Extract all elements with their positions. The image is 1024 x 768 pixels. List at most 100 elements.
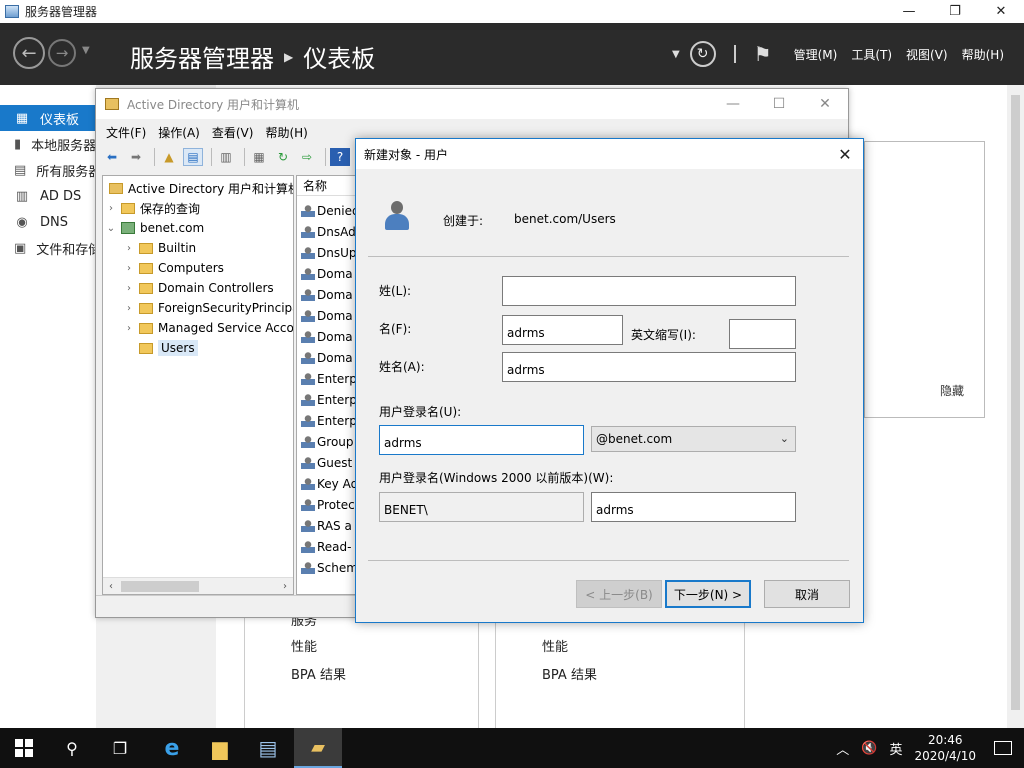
first-name-input[interactable]: [502, 315, 623, 345]
expand-chevron-icon[interactable]: ›: [123, 283, 135, 294]
list-item[interactable]: Doma: [301, 326, 353, 347]
export-list-icon[interactable]: ⇨: [297, 148, 317, 166]
menu-help[interactable]: 帮助(H): [265, 124, 307, 141]
scrollbar-thumb[interactable]: [1011, 95, 1020, 710]
close-icon[interactable]: ✕: [802, 89, 848, 119]
list-item[interactable]: Read-: [301, 536, 351, 557]
list-item[interactable]: Doma: [301, 284, 353, 305]
notifications-flag-icon[interactable]: ⚑: [754, 42, 772, 66]
forward-arrow-icon[interactable]: →: [48, 39, 76, 67]
list-item[interactable]: Enterp: [301, 368, 355, 389]
collapse-chevron-icon[interactable]: ⌄: [105, 223, 117, 234]
tree-item-foreign-security-principals[interactable]: › ForeignSecurityPrincipals: [123, 298, 293, 318]
menu-action[interactable]: 操作(A): [158, 124, 200, 141]
sidebar-item-local-server[interactable]: ▮ 本地服务器: [0, 131, 96, 157]
server-manager-taskbar-icon[interactable]: ▤: [244, 728, 292, 768]
menu-tools[interactable]: 工具(T): [851, 46, 892, 63]
logon-name-input[interactable]: [379, 425, 584, 455]
menu-help[interactable]: 帮助(H): [962, 46, 1004, 63]
help-icon[interactable]: ?: [330, 148, 350, 166]
tree-item-domain[interactable]: ⌄ benet.com: [105, 218, 204, 238]
restore-icon[interactable]: ❐: [932, 0, 978, 23]
refresh-icon[interactable]: ↻: [689, 41, 716, 67]
refresh-icon[interactable]: ↻: [273, 148, 293, 166]
minimize-icon[interactable]: —: [886, 0, 932, 23]
nav-history-dropdown-icon[interactable]: ▼: [82, 45, 90, 56]
tile-bpa-link[interactable]: BPA 结果: [542, 664, 597, 683]
forward-arrow-icon[interactable]: ➡: [126, 148, 146, 166]
expand-chevron-icon[interactable]: ›: [123, 263, 135, 274]
task-view-icon[interactable]: ❐: [96, 728, 144, 768]
tree-item-computers[interactable]: › Computers: [123, 258, 224, 278]
full-name-input[interactable]: [502, 352, 796, 382]
show-tree-icon[interactable]: ▤: [183, 148, 203, 166]
scrollbar-thumb[interactable]: [121, 580, 199, 592]
list-item[interactable]: RAS a: [301, 515, 352, 536]
breadcrumb-root[interactable]: 服务器管理器: [130, 39, 274, 74]
sidebar-item-dns[interactable]: ◉ DNS: [0, 209, 96, 235]
tree-item-managed-service-accounts[interactable]: › Managed Service Accounts: [123, 318, 293, 338]
list-item[interactable]: Doma: [301, 263, 353, 284]
tile-performance-link[interactable]: 性能: [542, 636, 568, 655]
expand-chevron-icon[interactable]: ›: [105, 203, 117, 214]
sidebar-item-file-storage[interactable]: ▣ 文件和存储服务: [0, 235, 96, 261]
menu-manage[interactable]: 管理(M): [794, 46, 838, 63]
list-item[interactable]: Enterp: [301, 389, 355, 410]
file-explorer-icon[interactable]: ▆: [196, 728, 244, 768]
sidebar-item-dashboard[interactable]: ▦ 仪表板: [0, 105, 96, 131]
expand-chevron-icon[interactable]: ›: [123, 323, 135, 334]
hide-link[interactable]: 隐藏: [940, 382, 964, 399]
back-button[interactable]: < 上一步(B): [576, 580, 662, 608]
list-item[interactable]: Doma: [301, 305, 353, 326]
input-method-indicator[interactable]: 英: [889, 739, 902, 758]
pre2000-logon-input[interactable]: [591, 492, 796, 522]
tree-horizontal-scrollbar[interactable]: ‹ ›: [103, 577, 293, 594]
column-header-name[interactable]: 名称: [297, 176, 355, 196]
list-item[interactable]: DnsAd: [301, 221, 355, 242]
up-folder-icon[interactable]: ▲: [159, 148, 179, 166]
menu-view[interactable]: 视图(V): [906, 46, 948, 63]
upn-suffix-select[interactable]: @benet.com ⌄: [591, 426, 796, 452]
aduc-taskbar-icon[interactable]: ▰: [294, 728, 342, 768]
list-item[interactable]: Schem: [301, 557, 355, 578]
sidebar-item-ad-ds[interactable]: ▥ AD DS: [0, 183, 96, 209]
tile-performance-link[interactable]: 性能: [291, 636, 317, 655]
properties-icon[interactable]: ▦: [249, 148, 269, 166]
tile-bpa-link[interactable]: BPA 结果: [291, 664, 346, 683]
list-item[interactable]: Protec: [301, 494, 355, 515]
tree-item-saved-queries[interactable]: › 保存的查询: [105, 198, 200, 218]
minimize-icon[interactable]: —: [710, 89, 756, 119]
expand-chevron-icon[interactable]: ›: [123, 303, 135, 314]
list-item[interactable]: Denied: [301, 200, 355, 221]
list-item[interactable]: Enterp: [301, 410, 355, 431]
search-icon[interactable]: ⚲: [48, 728, 96, 768]
back-arrow-icon[interactable]: ⬅: [102, 148, 122, 166]
expand-chevron-icon[interactable]: ›: [123, 243, 135, 254]
last-name-input[interactable]: [502, 276, 796, 306]
initials-input[interactable]: [729, 319, 796, 349]
refresh-dropdown-icon[interactable]: ▼: [672, 49, 680, 60]
tree-item-root[interactable]: Active Directory 用户和计算机: [105, 178, 293, 198]
clipboard-icon[interactable]: ▥: [216, 148, 236, 166]
sidebar-item-all-servers[interactable]: ▤ 所有服务器: [0, 157, 96, 183]
scroll-left-icon[interactable]: ‹: [103, 581, 119, 592]
close-icon[interactable]: ✕: [978, 0, 1024, 23]
list-item[interactable]: Doma: [301, 347, 353, 368]
cancel-button[interactable]: 取消: [764, 580, 850, 608]
list-item[interactable]: Key Ad: [301, 473, 355, 494]
notification-center-icon[interactable]: [994, 741, 1012, 755]
menu-file[interactable]: 文件(F): [106, 124, 146, 141]
tree-item-users[interactable]: Users: [123, 338, 198, 358]
list-item[interactable]: Group: [301, 431, 354, 452]
scroll-right-icon[interactable]: ›: [277, 581, 293, 592]
next-button[interactable]: 下一步(N) >: [665, 580, 751, 608]
clock[interactable]: 20:46 2020/4/10: [914, 732, 976, 764]
maximize-icon[interactable]: ☐: [756, 89, 802, 119]
vertical-scrollbar[interactable]: [1007, 85, 1024, 728]
volume-muted-icon[interactable]: 🔇: [861, 741, 877, 756]
menu-view[interactable]: 查看(V): [212, 124, 254, 141]
list-item[interactable]: DnsUp: [301, 242, 355, 263]
tree-item-domain-controllers[interactable]: › Domain Controllers: [123, 278, 274, 298]
internet-explorer-icon[interactable]: e: [148, 728, 196, 768]
back-arrow-icon[interactable]: ←: [13, 37, 45, 69]
